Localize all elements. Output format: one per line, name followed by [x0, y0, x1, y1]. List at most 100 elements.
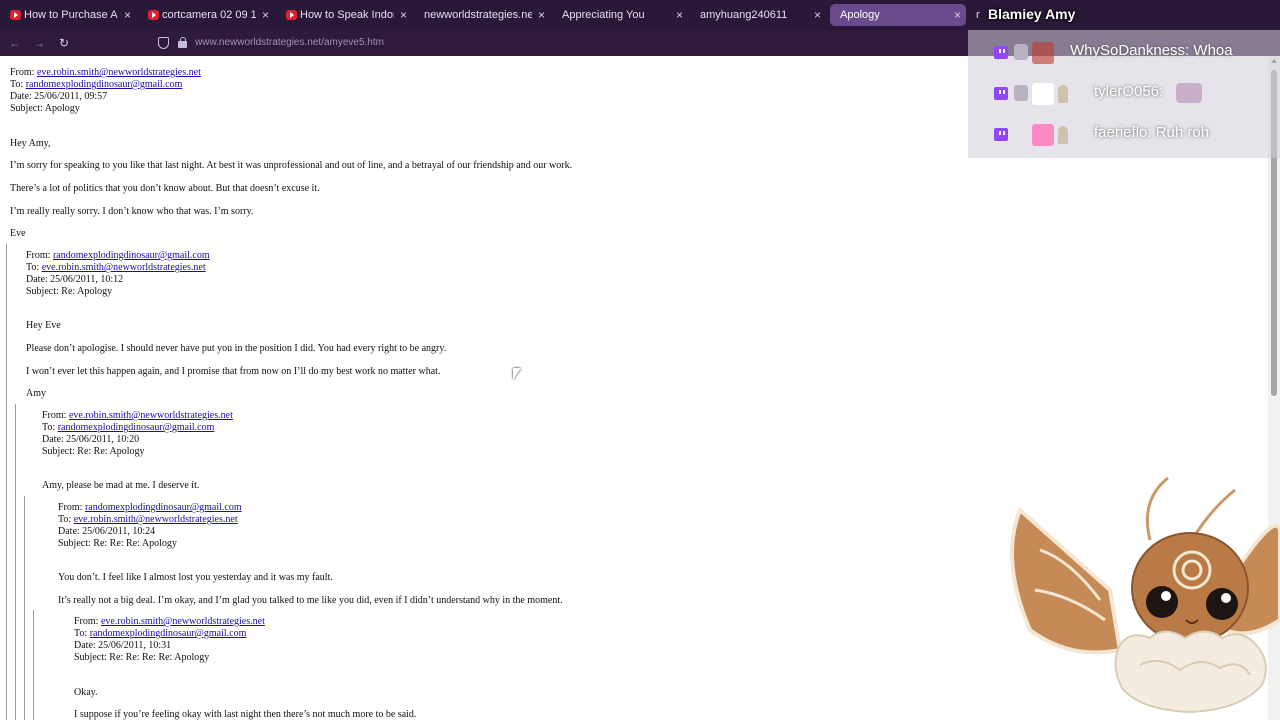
sender-link[interactable]: eve.robin.smith@newworldstrategies.net	[101, 616, 265, 627]
date-line: Date: 25/06/2011, 10:24	[58, 526, 155, 538]
greeting: Hey Amy,	[10, 138, 51, 149]
chat-message: tylerO056:	[968, 79, 1280, 107]
body-paragraph: I’m really really sorry. I don’t know wh…	[10, 206, 254, 217]
recipient-link[interactable]: eve.robin.smith@newworldstrategies.net	[42, 262, 206, 273]
body-paragraph: Amy, please be mad at me. I deserve it.	[42, 480, 200, 491]
greeting: Hey Eve	[26, 320, 61, 331]
body-paragraph: I suppose if you’re feeling okay with la…	[74, 709, 417, 720]
close-tab-icon[interactable]: ×	[676, 4, 683, 26]
tab-title: cortcamera 02 09 11.mp4 - Y	[162, 9, 256, 21]
tab-apology[interactable]: Apology ×	[830, 4, 966, 26]
to-label: To:	[58, 514, 74, 525]
date-label: Date:	[10, 91, 35, 102]
chat-text: Ruh roh	[1155, 124, 1210, 141]
chat-message: WhySoDankness: Whoa	[968, 38, 1280, 66]
subject-label: Subject:	[10, 103, 45, 114]
tab-speak-indonesian[interactable]: How to Speak Indonesian - Y ×	[278, 4, 412, 26]
badge-icon	[1014, 44, 1028, 60]
recipient-link[interactable]: randomexplodingdinosaur@gmail.com	[58, 422, 215, 433]
badge-icon	[1014, 85, 1028, 101]
close-tab-icon[interactable]: ×	[954, 4, 961, 26]
chat-text: Whoa	[1193, 42, 1233, 59]
date-value: 25/06/2011, 10:20	[66, 434, 140, 445]
tab-purchase-alcohol[interactable]: How to Purchase Alcohol if y ×	[2, 4, 136, 26]
sender-link[interactable]: randomexplodingdinosaur@gmail.com	[53, 250, 210, 261]
subject-value: Re: Re: Re: Apology	[93, 538, 177, 549]
url-text[interactable]: www.newworldstrategies.net/amyeve5.htm	[195, 33, 384, 53]
tab-appreciating-you[interactable]: Appreciating You ×	[552, 4, 688, 26]
subject-line: Subject: Re: Re: Re: Apology	[58, 538, 177, 550]
badge-icon	[1032, 42, 1054, 64]
date-line: Date: 25/06/2011, 10:20	[42, 434, 139, 446]
body-paragraph: There’s a lot of politics that you don’t…	[10, 183, 320, 194]
subject-value: Apology	[44, 103, 80, 114]
from-line: From: randomexplodingdinosaur@gmail.com	[58, 502, 242, 514]
close-tab-icon[interactable]: ×	[814, 4, 821, 26]
tab-strip: How to Purchase Alcohol if y × cortcamer…	[0, 0, 1280, 30]
subject-value: Re: Apology	[61, 286, 113, 297]
sender-link[interactable]: eve.robin.smith@newworldstrategies.net	[37, 67, 201, 78]
tab-title: Apology	[840, 9, 880, 21]
chat-username: faerieflo	[1094, 124, 1148, 141]
body-paragraph: I won’t ever let this happen again, and …	[26, 366, 441, 377]
chat-username: WhySoDankness	[1070, 42, 1186, 59]
streamer-name: Blamiey Amy	[988, 6, 1076, 22]
close-tab-icon[interactable]: ×	[538, 4, 545, 26]
subject-line: Subject: Re: Apology	[26, 286, 112, 298]
chat-message: faerieflo: Ruh roh	[968, 120, 1280, 148]
subject-label: Subject:	[74, 652, 110, 663]
body-paragraph: Okay.	[74, 687, 98, 698]
subject-value: Re: Re: Re: Re: Apology	[109, 652, 210, 663]
signature: Eve	[10, 228, 26, 239]
body-paragraph: Please don’t apologise. I should never h…	[26, 343, 447, 354]
address-bar[interactable]: www.newworldstrategies.net/amyeve5.htm	[150, 33, 710, 53]
mouse-cursor-icon	[513, 368, 521, 380]
date-label: Date:	[58, 526, 83, 537]
youtube-icon	[10, 10, 21, 20]
recipient-link[interactable]: randomexplodingdinosaur@gmail.com	[26, 79, 183, 90]
forward-arrow-icon[interactable]: →	[30, 34, 48, 52]
sender-link[interactable]: randomexplodingdinosaur@gmail.com	[85, 502, 242, 513]
subject-label: Subject:	[58, 538, 94, 549]
to-line: To: eve.robin.smith@newworldstrategies.n…	[58, 514, 238, 526]
close-tab-icon[interactable]: ×	[262, 4, 269, 26]
badge-icon	[1058, 85, 1068, 103]
lock-icon[interactable]	[178, 37, 187, 48]
to-line: To: eve.robin.smith@newworldstrategies.n…	[26, 262, 206, 274]
close-tab-icon[interactable]: ×	[124, 4, 131, 26]
reload-icon[interactable]: ↻	[55, 34, 73, 52]
date-value: 25/06/2011, 10:31	[98, 640, 172, 651]
from-label: From:	[58, 502, 85, 513]
to-label: To:	[10, 79, 26, 90]
subject-line: Subject: Re: Re: Apology	[42, 446, 145, 458]
tab-amyhuang[interactable]: amyhuang240611 ×	[690, 4, 826, 26]
body-paragraph: I’m sorry for speaking to you like that …	[10, 160, 573, 171]
recipient-link[interactable]: randomexplodingdinosaur@gmail.com	[90, 628, 247, 639]
date-label: Date:	[74, 640, 99, 651]
back-arrow-icon[interactable]: ←	[6, 34, 24, 52]
tab-title: amyhuang240611	[700, 9, 788, 21]
tab-cortcamera[interactable]: cortcamera 02 09 11.mp4 - Y ×	[140, 4, 274, 26]
chat-line-text: tylerO056:	[1094, 83, 1164, 100]
tab-emails[interactable]: newworldstrategies.net/emails.h ×	[414, 4, 550, 26]
shield-icon[interactable]	[158, 37, 169, 49]
from-line: From: eve.robin.smith@newworldstrategies…	[42, 410, 233, 422]
twitch-icon	[994, 87, 1008, 100]
from-line: From: randomexplodingdinosaur@gmail.com	[26, 250, 210, 262]
chat-line-text: WhySoDankness: Whoa	[1070, 42, 1233, 59]
body-paragraph: It’s really not a big deal. I’m okay, an…	[58, 595, 563, 606]
subject-label: Subject:	[42, 446, 78, 457]
date-label: Date:	[42, 434, 67, 445]
recipient-link[interactable]: eve.robin.smith@newworldstrategies.net	[74, 514, 238, 525]
to-line: To: randomexplodingdinosaur@gmail.com	[74, 628, 246, 640]
moth-mascot-image	[1010, 476, 1280, 714]
body-paragraph: You don’t. I feel like I almost lost you…	[58, 572, 333, 583]
badge-icon	[1032, 83, 1054, 105]
badge-icon	[1014, 126, 1028, 142]
from-line: From: eve.robin.smith@newworldstrategies…	[10, 67, 201, 79]
sender-link[interactable]: eve.robin.smith@newworldstrategies.net	[69, 410, 233, 421]
date-line: Date: 25/06/2011, 09:57	[10, 91, 107, 103]
from-label: From:	[74, 616, 101, 627]
date-value: 25/06/2011, 10:24	[82, 526, 156, 537]
close-tab-icon[interactable]: ×	[400, 4, 407, 26]
